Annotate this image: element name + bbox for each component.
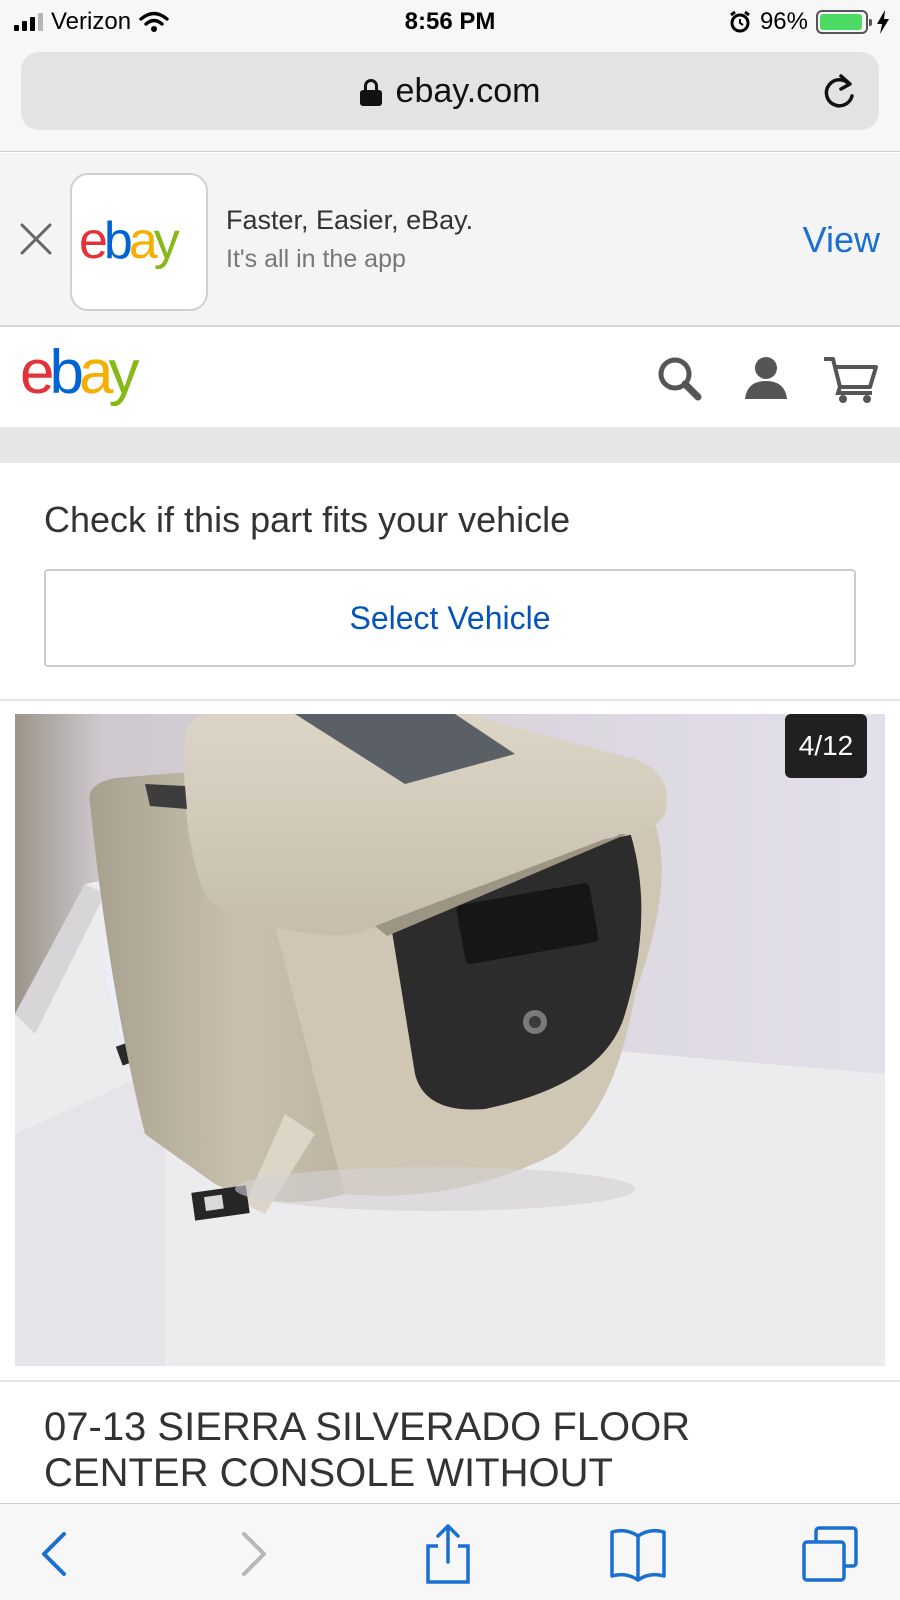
vehicle-fitment: Check if this part fits your vehicle Sel… [0, 463, 900, 701]
share-icon[interactable] [418, 1524, 478, 1584]
select-vehicle-button[interactable]: Select Vehicle [44, 569, 856, 667]
address-bar[interactable]: ebay.com [21, 52, 879, 130]
status-right: 96% [728, 8, 890, 36]
alarm-icon [730, 10, 750, 33]
forward-icon[interactable] [222, 1524, 282, 1584]
battery-icon [816, 10, 872, 34]
back-icon[interactable] [26, 1524, 86, 1584]
lock-icon [359, 78, 382, 106]
fitment-title: Check if this part fits your vehicle [44, 499, 571, 540]
divider [0, 1380, 900, 1382]
url-text: ebay.com [395, 72, 541, 110]
browser-chrome: ebay.com [0, 44, 900, 152]
cart-icon[interactable] [822, 353, 880, 405]
user-icon[interactable] [740, 353, 792, 405]
image-counter: 4/12 [785, 714, 867, 778]
svg-text:ebay: ebay [20, 341, 139, 407]
banner-title: Faster, Easier, eBay. [226, 205, 474, 235]
bookmarks-icon[interactable] [608, 1524, 668, 1584]
tabs-icon[interactable] [800, 1524, 860, 1584]
site-header: ebay [0, 327, 900, 427]
close-icon[interactable] [18, 221, 54, 257]
charging-icon [877, 10, 889, 34]
browser-toolbar [0, 1503, 900, 1600]
status-bar: Verizon 8:56 PM 96% [0, 0, 900, 44]
item-image-gallery[interactable]: 4/12 [15, 714, 885, 1366]
view-app-button[interactable]: View [803, 219, 880, 261]
app-banner: ebay Faster, Easier, eBay. It's all in t… [0, 153, 900, 327]
ebay-logo[interactable]: ebay [20, 341, 170, 409]
ebay-logo-small: ebay [79, 212, 184, 270]
svg-text:ebay: ebay [79, 212, 180, 270]
product-image[interactable] [15, 714, 885, 1366]
battery-percent: 96% [759, 8, 808, 35]
banner-subtitle: It's all in the app [226, 245, 406, 273]
section-spacer [0, 427, 900, 463]
search-icon[interactable] [654, 353, 706, 405]
reload-icon[interactable] [819, 72, 859, 112]
ebay-app-icon: ebay [70, 173, 208, 311]
